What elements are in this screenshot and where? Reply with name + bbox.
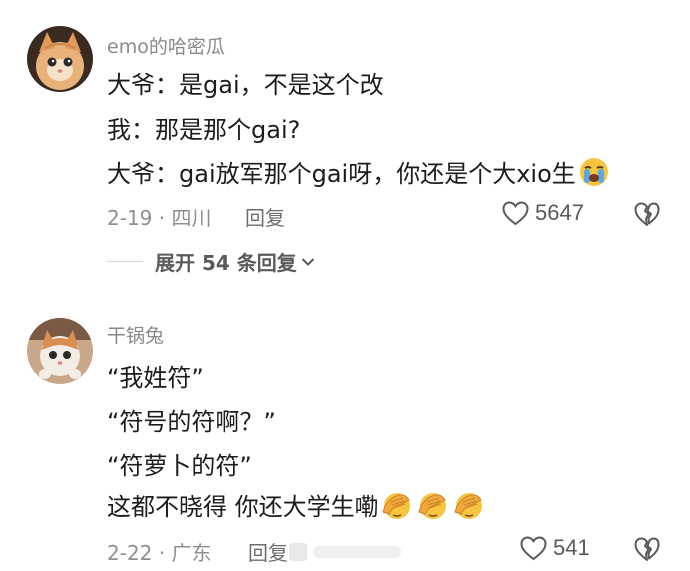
face-palm-icon	[379, 490, 415, 520]
divider	[107, 261, 143, 262]
comment-date-location: 2-22 · 广东	[107, 541, 212, 565]
comment-text: 这都不晓得 你还大学生嘞	[107, 493, 379, 521]
like-count: 5647	[535, 200, 584, 225]
user-avatar[interactable]	[27, 26, 93, 92]
reply-button[interactable]: 回复	[245, 202, 285, 231]
broken-heart-icon	[634, 537, 660, 561]
watermark	[287, 539, 407, 565]
username[interactable]: 干锅兔	[107, 321, 164, 348]
like-count: 541	[553, 535, 590, 560]
loudly-crying-face-icon	[576, 157, 612, 187]
broken-heart-icon	[634, 202, 660, 226]
dislike-button[interactable]	[634, 536, 660, 562]
comment-text-line: 我：那是那个gai?	[107, 116, 301, 144]
cat-avatar-icon	[27, 318, 93, 384]
comment-date-location: 2-19 · 四川	[107, 206, 212, 230]
chevron-down-icon	[301, 255, 315, 269]
face-palm-icon	[451, 490, 487, 520]
dislike-button[interactable]	[634, 201, 660, 227]
cat-avatar-icon	[27, 26, 93, 92]
user-avatar[interactable]	[27, 318, 93, 384]
comment-text: 大爷：gai放军那个gai呀，你还是个大xio生	[107, 160, 576, 188]
comment-text-line: “符号的符啊？”	[107, 408, 276, 436]
heart-icon	[502, 200, 529, 225]
comment-text-line: 这都不晓得 你还大学生嘞	[107, 490, 487, 522]
expand-replies-button[interactable]: 展开 54 条回复	[107, 247, 315, 276]
like-button[interactable]: 5647	[502, 198, 584, 228]
like-button[interactable]: 541	[520, 533, 590, 563]
face-palm-icon	[415, 490, 451, 520]
comment-text-line: “我姓符”	[107, 364, 204, 392]
heart-icon	[520, 535, 547, 560]
comment-text-line: 大爷：gai放军那个gai呀，你还是个大xio生	[107, 157, 612, 189]
comment-text-line: 大爷：是gai，不是这个改	[107, 71, 384, 99]
reply-button[interactable]: 回复	[248, 537, 288, 566]
username[interactable]: emo的哈密瓜	[107, 32, 225, 59]
expand-replies-label: 展开 54 条回复	[155, 251, 297, 275]
comment-text-line: “符萝卜的符”	[107, 452, 252, 480]
